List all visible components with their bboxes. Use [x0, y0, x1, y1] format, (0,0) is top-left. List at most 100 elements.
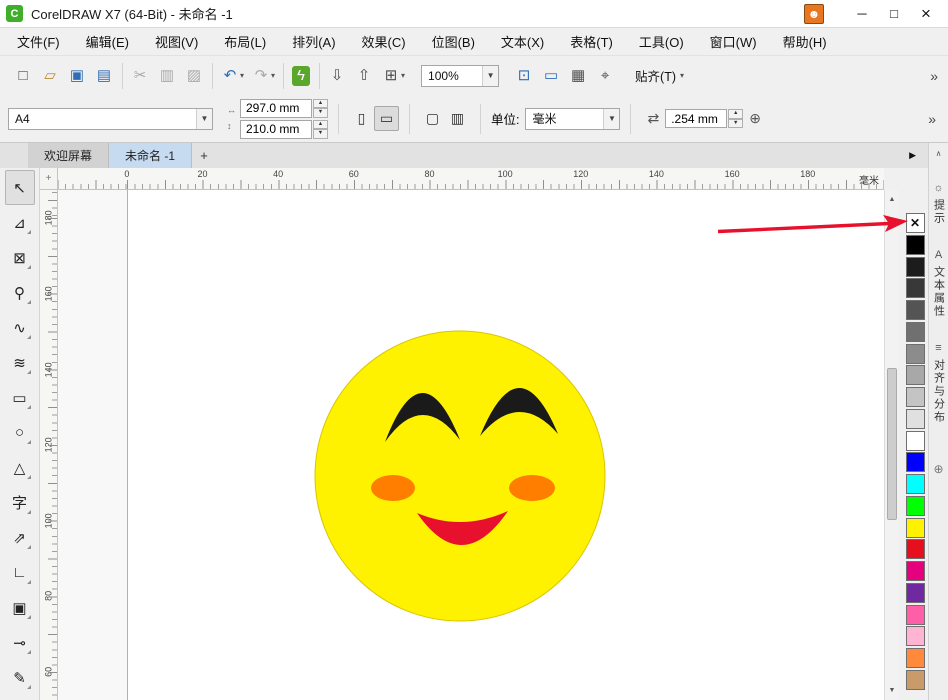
color-eyedropper-tool[interactable]: ⊸ — [5, 625, 35, 660]
open-icon[interactable]: ▱ — [37, 63, 64, 89]
menu-arrange[interactable]: 排列(A) — [279, 28, 348, 55]
scroll-up-icon[interactable]: ▲ — [885, 192, 899, 207]
swatch-70-black[interactable] — [906, 300, 925, 320]
chevron-down-icon[interactable]: ▼ — [603, 109, 619, 129]
page-height-stepper[interactable]: ▲ ▼ — [313, 120, 328, 139]
page-size-select[interactable]: A4 ▼ — [8, 108, 213, 130]
spin-up-icon[interactable]: ▲ — [313, 120, 328, 130]
cut-icon[interactable]: ✂ — [127, 63, 154, 89]
nudge-distance-field[interactable]: .254 mm — [665, 109, 727, 128]
menu-layout[interactable]: 布局(L) — [211, 28, 279, 55]
menu-view[interactable]: 视图(V) — [142, 28, 211, 55]
maximize-button[interactable]: □ — [878, 2, 910, 26]
tab-scroll-right-icon[interactable]: ▶ — [909, 150, 916, 161]
new-document-icon[interactable]: □ — [10, 63, 37, 89]
spin-down-icon[interactable]: ▼ — [313, 108, 328, 118]
menu-effects[interactable]: 效果(C) — [349, 28, 419, 55]
scrollbar-thumb[interactable] — [887, 368, 897, 520]
menu-file[interactable]: 文件(F) — [4, 28, 73, 55]
outline-pen-tool[interactable]: ✎ — [5, 660, 35, 695]
swatch-60-black[interactable] — [906, 322, 925, 342]
units-select[interactable]: 毫米 ▼ — [525, 108, 620, 130]
menu-tools[interactable]: 工具(O) — [626, 28, 697, 55]
export-icon[interactable]: ⇧ — [351, 63, 378, 89]
drop-shadow-tool[interactable]: ▣ — [5, 590, 35, 625]
ellipse-tool[interactable]: ○ — [5, 415, 35, 450]
chevron-down-icon[interactable]: ▼ — [482, 66, 498, 86]
new-document-tab-button[interactable]: + — [192, 143, 216, 168]
swatch-white[interactable] — [906, 431, 925, 451]
docker-tab-text-properties[interactable]: A 文本属性 — [931, 249, 947, 318]
snap-to-button[interactable]: 贴齐(T) ▾ — [627, 63, 692, 89]
menu-help[interactable]: 帮助(H) — [770, 28, 840, 55]
swatch-blue[interactable] — [906, 452, 925, 472]
property-bar-overflow-button[interactable]: » — [924, 111, 940, 127]
minimize-button[interactable]: ─ — [846, 2, 878, 26]
zoom-level-select[interactable]: 100% ▼ — [421, 65, 499, 87]
save-icon[interactable]: ▣ — [64, 63, 91, 89]
ruler-origin-icon[interactable]: + — [40, 168, 58, 190]
undo-icon[interactable]: ↶▾ — [217, 63, 248, 89]
chevron-down-icon[interactable]: ▼ — [196, 109, 212, 129]
quick-customize-icon[interactable]: ⊕ — [933, 462, 943, 476]
docker-tab-align-distribute[interactable]: ≡ 对齐与分布 — [931, 342, 947, 424]
swatch-pink[interactable] — [906, 605, 925, 625]
swatch-black[interactable] — [906, 235, 925, 255]
print-icon[interactable]: ▤ — [91, 63, 118, 89]
horizontal-ruler[interactable]: 020406080100120140160180 毫米 — [58, 168, 884, 190]
swatch-yellow[interactable] — [906, 518, 925, 538]
polygon-tool[interactable]: △ — [5, 450, 35, 485]
spin-up-icon[interactable]: ▲ — [313, 99, 328, 109]
canvas-vertical-scrollbar[interactable]: ▲ ▼ — [884, 190, 899, 700]
smiley-face-circle[interactable] — [315, 331, 605, 621]
freehand-tool[interactable]: ∿ — [5, 310, 35, 345]
landscape-orientation-button[interactable]: ▭ — [374, 106, 399, 131]
text-tool[interactable]: 字 — [5, 485, 35, 520]
menu-table[interactable]: 表格(T) — [557, 28, 626, 55]
menu-edit[interactable]: 编辑(E) — [73, 28, 142, 55]
smiley-right-cheek[interactable] — [509, 475, 555, 501]
spin-down-icon[interactable]: ▼ — [728, 119, 743, 129]
crop-tool[interactable]: ⊠ — [5, 240, 35, 275]
spin-down-icon[interactable]: ▼ — [313, 129, 328, 139]
docker-tab-hints[interactable]: ☼ 提示 — [931, 182, 947, 225]
copy-icon[interactable]: ▥ — [154, 63, 181, 89]
tab-untitled-1[interactable]: 未命名 -1 — [109, 143, 192, 168]
parallel-dimension-tool[interactable]: ⇗ — [5, 520, 35, 555]
smiley-left-cheek[interactable] — [371, 475, 415, 501]
duplicate-distance-icon[interactable]: ⊕ — [749, 110, 761, 127]
app-launcher-icon[interactable]: ⊞▾ — [378, 63, 409, 89]
user-account-icon[interactable]: ☻ — [804, 4, 824, 24]
menu-text[interactable]: 文本(X) — [488, 28, 557, 55]
swatch-orange[interactable] — [906, 648, 925, 668]
rectangle-tool[interactable]: ▭ — [5, 380, 35, 415]
swatch-80-black[interactable] — [906, 278, 925, 298]
snap-target-icon[interactable]: ⌖ — [592, 63, 619, 89]
swatch-30-black[interactable] — [906, 387, 925, 407]
toolbar-overflow-button[interactable]: » — [926, 68, 942, 84]
page-height-field[interactable]: 210.0 mm — [240, 120, 312, 139]
shape-tool[interactable]: ⊿ — [5, 205, 35, 240]
swatch-no-fill[interactable]: ✕ — [906, 213, 925, 233]
swatch-50-black[interactable] — [906, 344, 925, 364]
swatch-cyan[interactable] — [906, 474, 925, 494]
swatch-90-black[interactable] — [906, 257, 925, 277]
docker-collapse-icon[interactable]: ∧ — [936, 149, 942, 158]
redo-icon[interactable]: ↷▾ — [248, 63, 279, 89]
drawing-canvas[interactable] — [58, 190, 884, 700]
menu-window[interactable]: 窗口(W) — [697, 28, 770, 55]
spin-up-icon[interactable]: ▲ — [728, 109, 743, 119]
fullscreen-preview-icon[interactable]: ⊡ — [511, 63, 538, 89]
vertical-ruler[interactable]: 1801601401201008060 — [40, 190, 58, 700]
paste-icon[interactable]: ▨ — [181, 63, 208, 89]
swatch-40-black[interactable] — [906, 365, 925, 385]
all-pages-button[interactable]: ▥ — [445, 106, 470, 131]
show-grid-icon[interactable]: ▦ — [565, 63, 592, 89]
import-icon[interactable]: ⇩ — [324, 63, 351, 89]
current-page-button[interactable]: ▢ — [420, 106, 445, 131]
pick-tool[interactable]: ↖ — [5, 170, 35, 205]
page-width-field[interactable]: 297.0 mm — [240, 99, 312, 118]
nudge-stepper[interactable]: ▲ ▼ — [728, 109, 743, 128]
corel-connect-icon[interactable]: ϟ — [288, 63, 315, 89]
scroll-down-icon[interactable]: ▼ — [885, 683, 899, 698]
